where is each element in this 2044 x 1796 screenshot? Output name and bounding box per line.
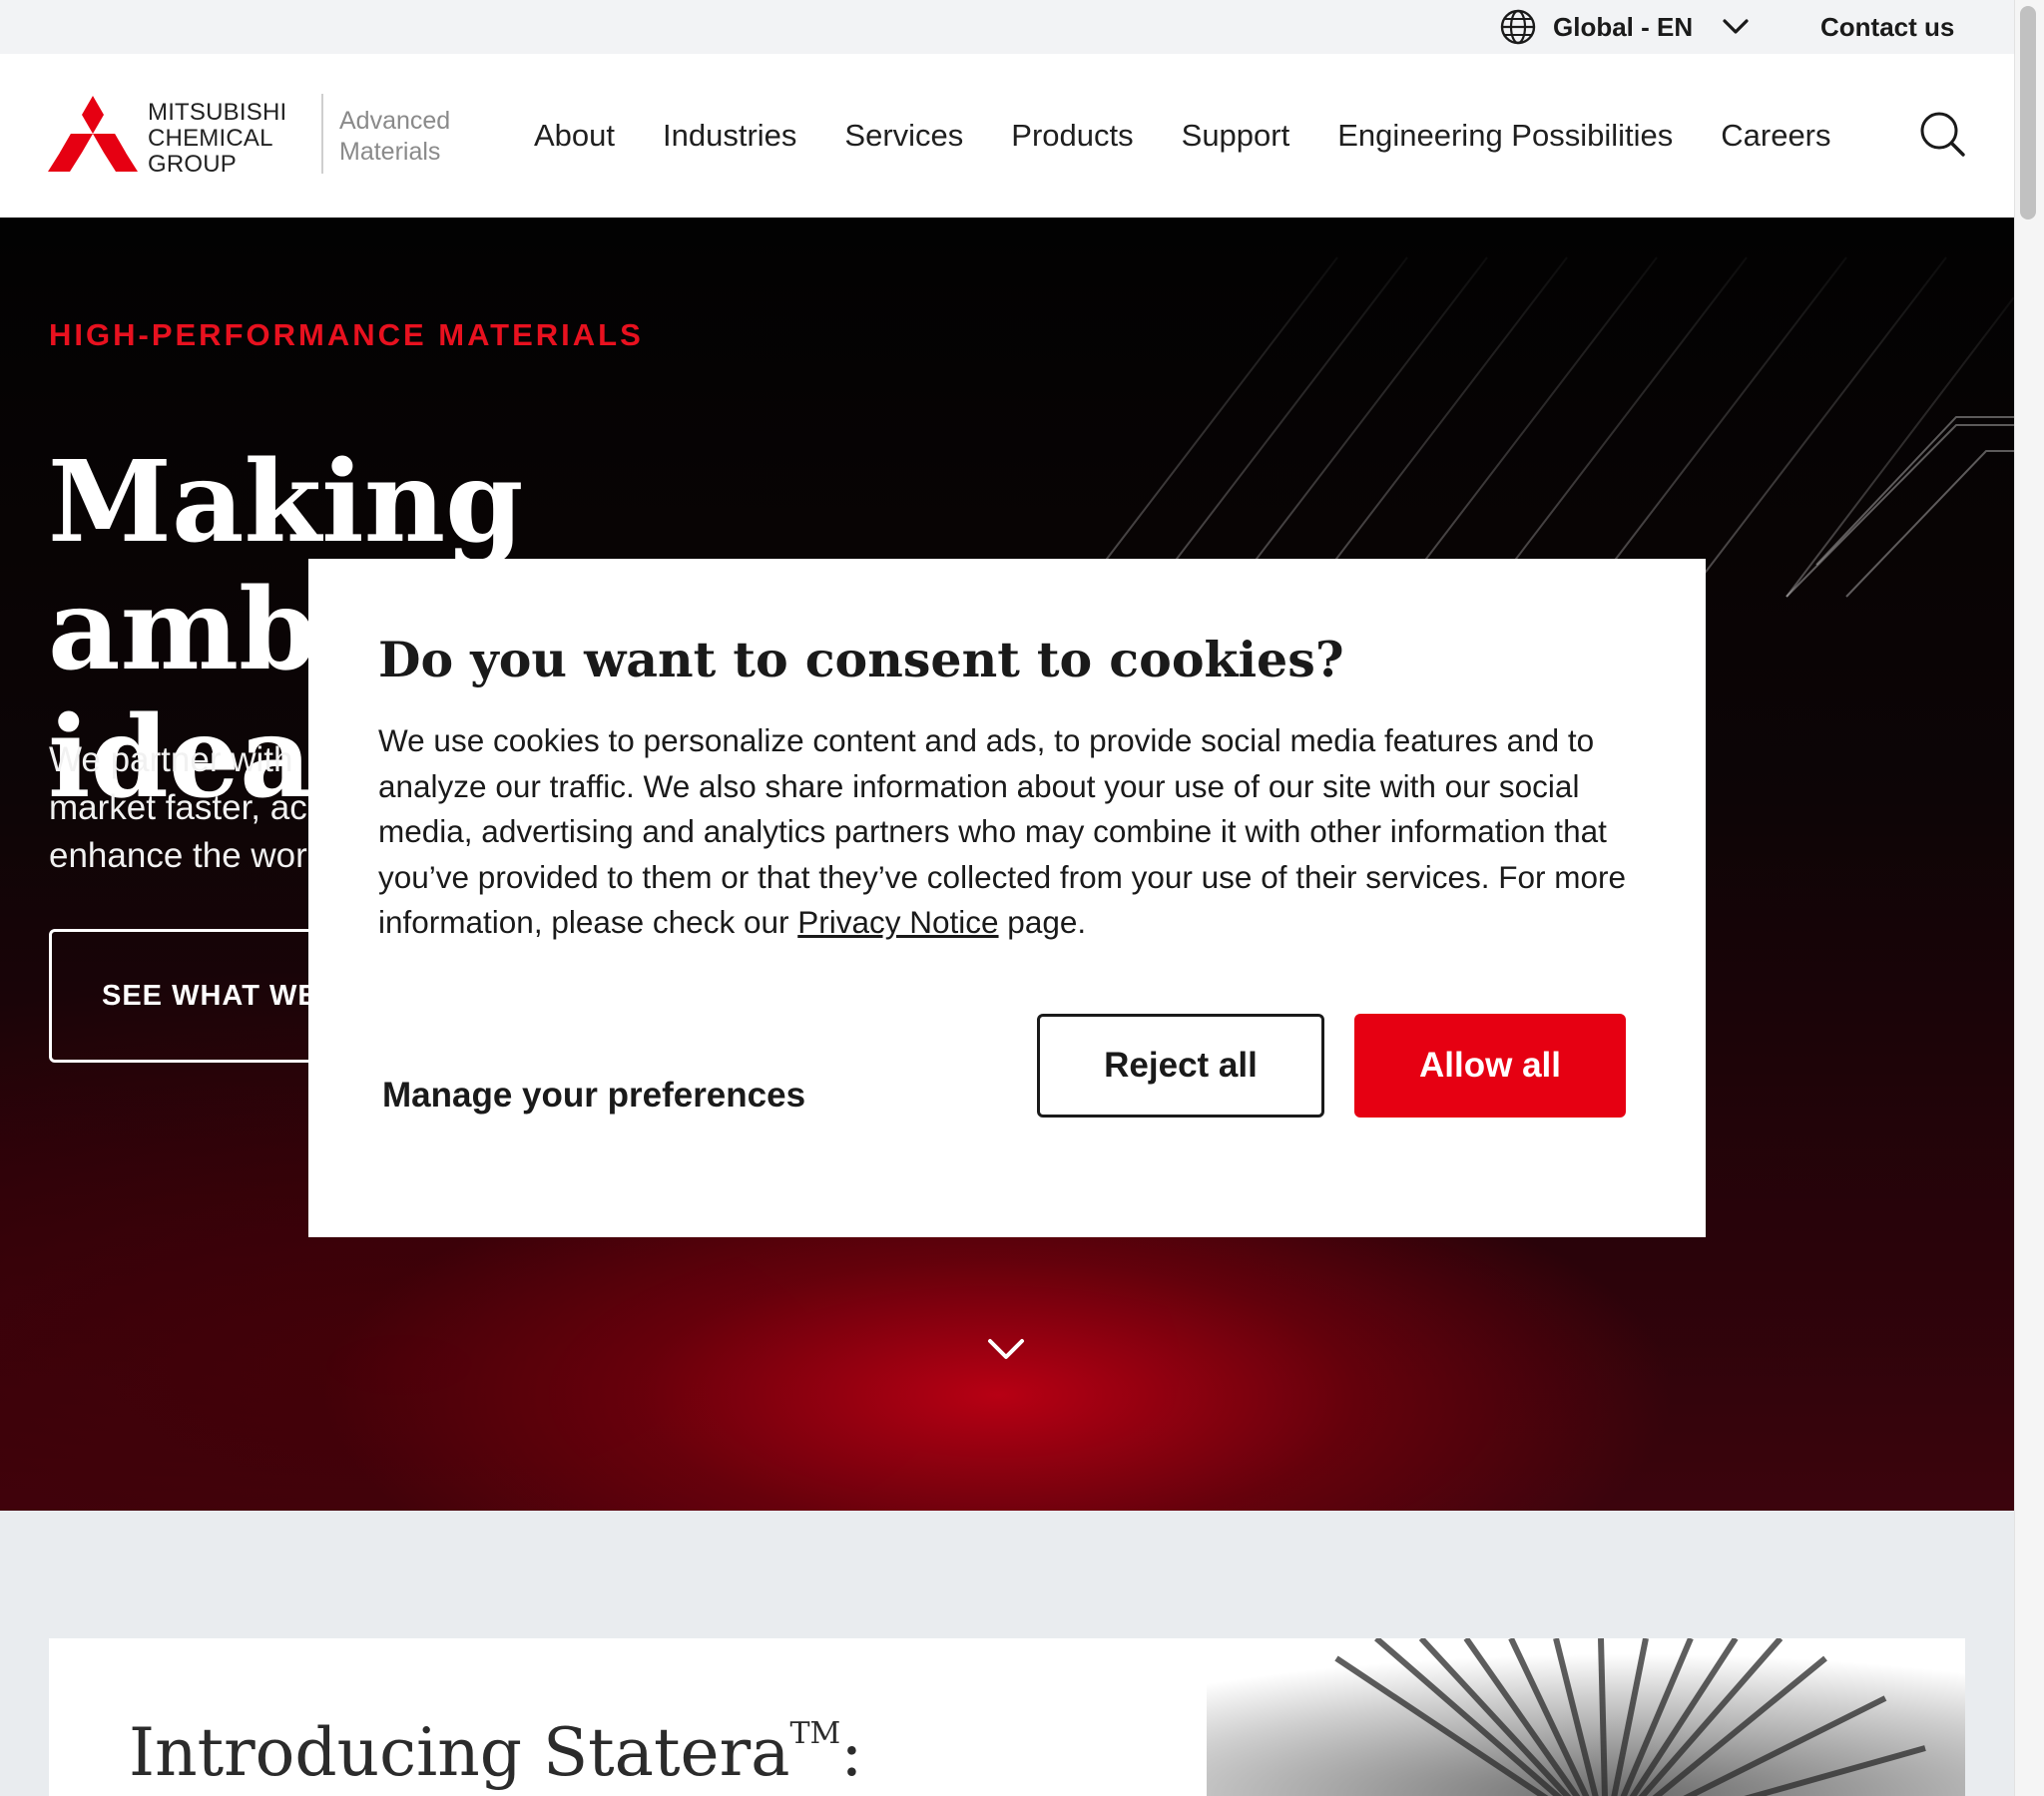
logo-subtitle: Advanced Materials	[339, 106, 450, 168]
logo-sub-line: Materials	[339, 138, 441, 166]
contact-us-link[interactable]: Contact us	[1820, 0, 1954, 54]
logo-line: MITSUBISHI	[148, 99, 287, 126]
promo-title-text: Introducing Statera	[129, 1714, 790, 1791]
cookie-dialog-title: Do you want to consent to cookies?	[378, 631, 1344, 688]
locale-selector[interactable]: Global - EN	[1499, 0, 1753, 54]
privacy-notice-link[interactable]: Privacy Notice	[797, 904, 998, 940]
globe-icon	[1500, 9, 1536, 45]
chevron-down-icon[interactable]	[986, 1335, 1026, 1363]
page-scrollbar[interactable]	[2014, 0, 2044, 1796]
manage-preferences-link[interactable]: Manage your preferences	[382, 1046, 805, 1145]
nav-item-support[interactable]: Support	[1182, 118, 1290, 154]
logo-line: GROUP	[148, 151, 238, 178]
nav-item-industries[interactable]: Industries	[663, 118, 796, 154]
nav-item-engineering-possibilities[interactable]: Engineering Possibilities	[1337, 118, 1673, 154]
site-header: MITSUBISHI CHEMICAL GROUP Advanced Mater…	[0, 54, 2014, 218]
trademark-mark: TM	[789, 1716, 841, 1751]
nav-item-services[interactable]: Services	[844, 118, 963, 154]
cookie-dialog-body: We use cookies to personalize content an…	[378, 718, 1666, 946]
mitsubishi-logo-icon[interactable]	[48, 96, 138, 172]
hero-cta-label: SEE WHAT WE	[102, 980, 318, 1012]
nav-item-about[interactable]: About	[534, 118, 615, 154]
logo-divider	[321, 94, 323, 174]
promo-title-suffix: :	[840, 1714, 863, 1791]
nav-item-products[interactable]: Products	[1011, 118, 1133, 154]
turbine-image	[1207, 1638, 1965, 1796]
promo-title: Introducing StateraTM:	[129, 1714, 863, 1791]
main-nav: About Industries Services Products Suppo…	[534, 54, 1879, 218]
cookie-body-suffix: page.	[998, 904, 1087, 940]
cookie-consent-dialog: Do you want to consent to cookies? We us…	[308, 559, 1706, 1237]
chevron-down-icon	[1723, 19, 1749, 34]
hero-eyebrow: HIGH-PERFORMANCE MATERIALS	[49, 317, 644, 352]
locale-label: Global - EN	[1553, 11, 1694, 42]
nav-item-careers[interactable]: Careers	[1721, 118, 1830, 154]
scrollbar-thumb[interactable]	[2020, 6, 2036, 220]
logo-sub-line: Advanced	[339, 107, 451, 135]
utility-bar: Global - EN Contact us	[0, 0, 2014, 54]
logo-line: CHEMICAL	[148, 125, 273, 152]
allow-all-button[interactable]: Allow all	[1354, 1014, 1626, 1118]
search-icon[interactable]	[1918, 110, 1966, 158]
logo-wordmark: MITSUBISHI CHEMICAL GROUP	[148, 100, 286, 178]
promo-card[interactable]: Introducing StateraTM:	[49, 1638, 1965, 1796]
reject-all-button[interactable]: Reject all	[1037, 1014, 1324, 1118]
